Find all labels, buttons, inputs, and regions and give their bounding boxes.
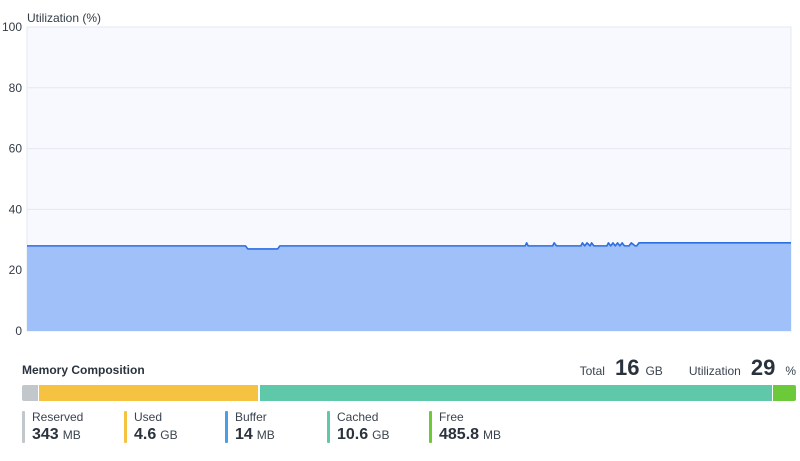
y-tick-label: 60 (9, 142, 23, 156)
legend-item-buffer: Buffer 14 MB (225, 410, 327, 443)
y-axis-title: Utilization (%) (27, 11, 101, 25)
legend-value-row: 4.6 GB (134, 426, 225, 444)
composition-title: Memory Composition (22, 363, 145, 377)
y-tick-label: 40 (9, 202, 23, 216)
composition-segment-reserved (22, 385, 39, 401)
legend-value: 14 (235, 426, 253, 443)
legend-unit: GB (160, 428, 178, 442)
legend-swatch (22, 411, 25, 443)
legend-value: 485.8 (439, 426, 480, 443)
composition-legend: Reserved 343 MB Used 4.6 GB Buffer 14 MB Cached 10… (22, 410, 539, 443)
legend-label: Reserved (32, 410, 84, 424)
legend-label: Free (439, 410, 464, 424)
utilization-chart-svg: Utilization (%) 0 20 40 60 80 100 (2, 11, 792, 338)
legend-item-free: Free 485.8 MB (429, 410, 539, 443)
legend-unit: GB (372, 428, 390, 442)
composition-bar (22, 385, 796, 401)
legend-swatch (327, 411, 330, 443)
legend-value-row: 485.8 MB (439, 426, 539, 444)
legend-label: Used (134, 410, 163, 424)
legend-unit: MB (62, 428, 81, 442)
total-value: 16 (614, 355, 640, 380)
legend-unit: MB (256, 428, 275, 442)
y-tick-label: 100 (2, 20, 22, 34)
legend-value: 343 (32, 426, 59, 443)
composition-segment-cached (259, 385, 773, 401)
memory-composition: Memory Composition Total 16 GB Utilizati… (0, 355, 800, 461)
utilization-chart: Utilization (%) 0 20 40 60 80 100 (0, 0, 800, 345)
composition-segment-used (38, 385, 259, 401)
legend-unit: MB (483, 428, 502, 442)
composition-summary: Total 16 GB Utilization 29 % (580, 355, 796, 383)
legend-value-row: 10.6 GB (337, 426, 429, 444)
utilization-label: Utilization (688, 364, 741, 378)
legend-value: 10.6 (337, 426, 369, 443)
y-tick-label: 80 (9, 81, 23, 95)
composition-header: Memory Composition Total 16 GB Utilizati… (22, 355, 796, 383)
legend-value: 4.6 (134, 426, 157, 443)
legend-label: Cached (337, 410, 379, 424)
y-tick-label: 0 (15, 324, 22, 338)
legend-item-used: Used 4.6 GB (124, 410, 225, 443)
legend-swatch (124, 411, 127, 443)
memory-widget: Utilization (%) 0 20 40 60 80 100 Memory Comp… (0, 0, 800, 461)
legend-value-row: 343 MB (32, 426, 124, 444)
y-tick-label: 20 (9, 263, 23, 277)
total-label: Total (579, 364, 605, 378)
composition-segment-free (772, 385, 796, 401)
utilization-value: 29 (750, 355, 776, 380)
series-area-0 (27, 242, 791, 331)
utilization-unit: % (785, 364, 796, 378)
legend-swatch (429, 411, 432, 443)
legend-item-reserved: Reserved 343 MB (22, 410, 124, 443)
legend-label: Buffer (235, 410, 267, 424)
total-unit: GB (645, 364, 663, 378)
legend-swatch (225, 411, 228, 443)
legend-value-row: 14 MB (235, 426, 327, 444)
legend-item-cached: Cached 10.6 GB (327, 410, 429, 443)
